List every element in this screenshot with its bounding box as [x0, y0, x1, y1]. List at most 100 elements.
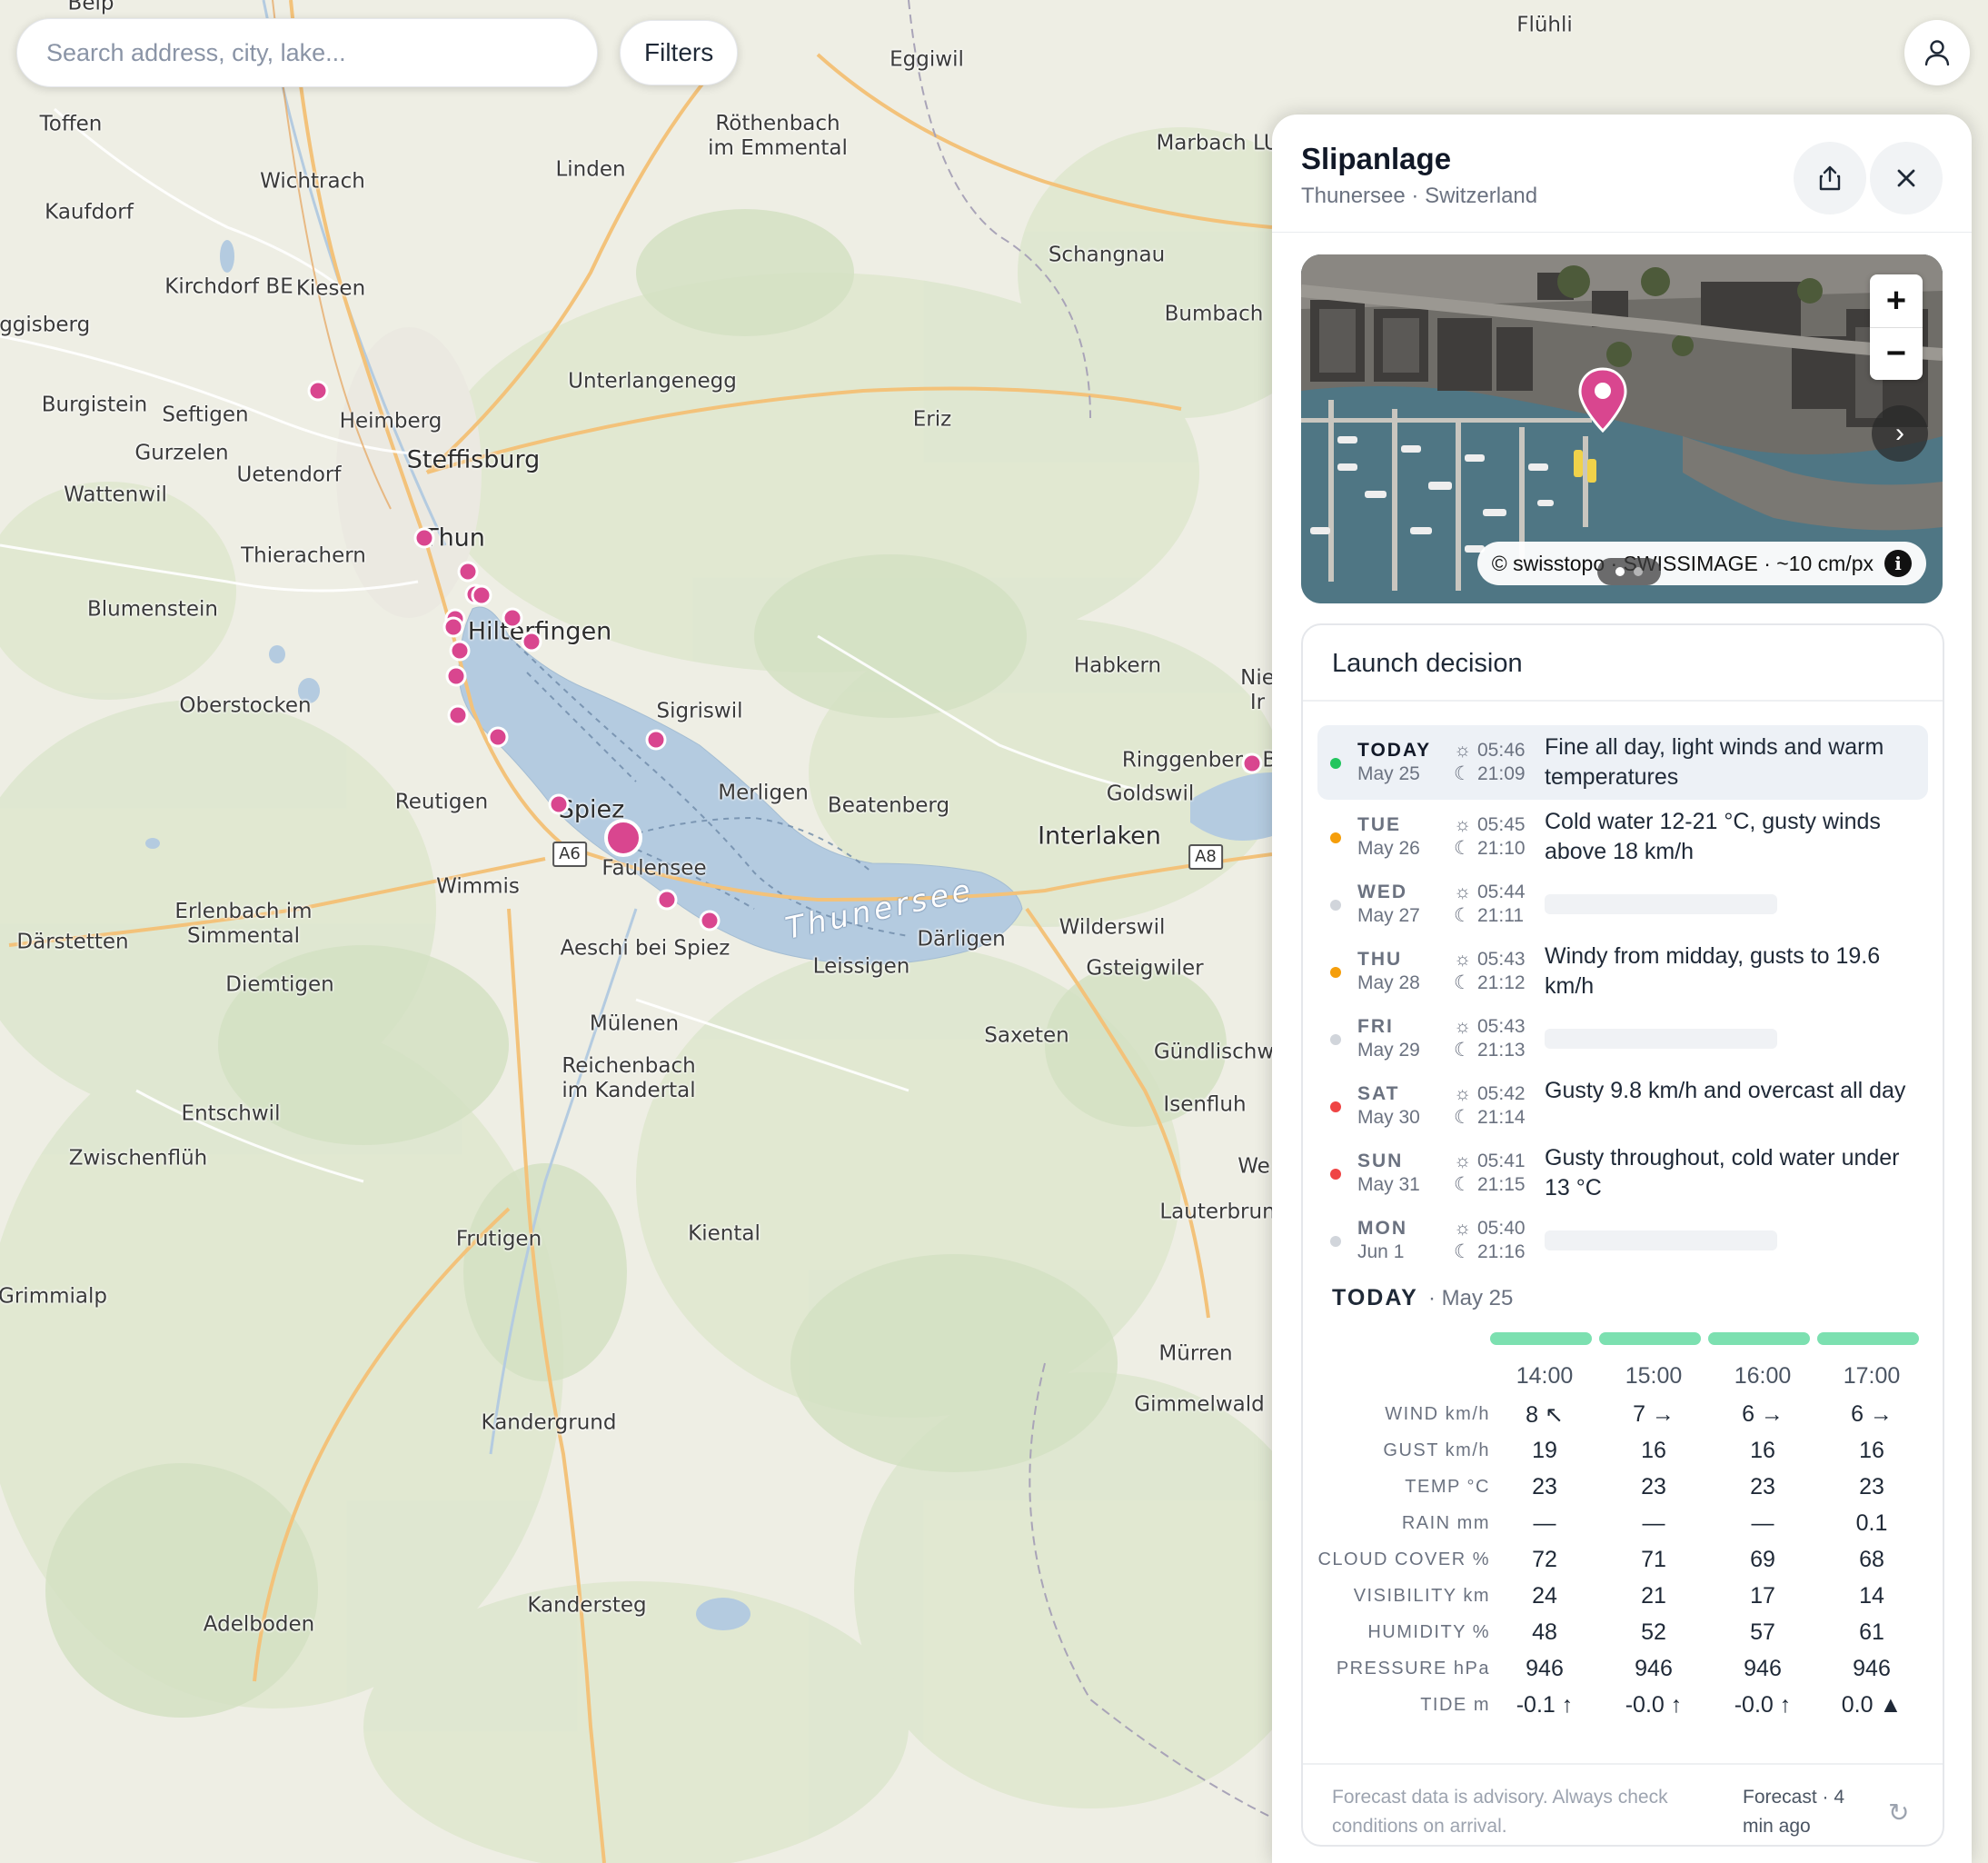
table-cell: 21 [1641, 1583, 1666, 1609]
table-cell: 68 [1859, 1547, 1884, 1572]
launch-site-marker[interactable] [656, 889, 678, 911]
plus-icon: + [1885, 281, 1907, 320]
location-pin-icon [1578, 367, 1627, 433]
table-cell: -0.0 ↑ [1734, 1692, 1792, 1718]
sunrise: ☼ 05:41 [1454, 1151, 1526, 1172]
table-cell: 6 → [1742, 1401, 1784, 1427]
launch-site-marker[interactable] [457, 561, 479, 583]
sunset-time: 21:15 [1477, 1174, 1526, 1195]
sunrise: ☼ 05:44 [1454, 882, 1526, 903]
table-cell: 48 [1532, 1619, 1557, 1645]
day-row[interactable]: THU May 28 ☼ 05:43 ☾ 21:12 Windy from midday, … [1317, 934, 1928, 1009]
sunset: ☾ 21:10 [1454, 837, 1526, 860]
sunrise-time: 05:41 [1477, 1151, 1526, 1171]
launch-site-marker[interactable] [471, 584, 492, 606]
day-row[interactable]: SUN May 31 ☼ 05:41 ☾ 21:15 Gusty throughout, c… [1317, 1136, 1928, 1210]
sunrise-time: 05:44 [1477, 882, 1526, 902]
search-bar[interactable] [16, 18, 598, 87]
launch-site-marker[interactable] [699, 910, 721, 932]
launch-site-marker[interactable] [487, 726, 509, 748]
table-cell: 16 [1750, 1438, 1775, 1463]
sunset: ☾ 21:09 [1454, 762, 1526, 785]
sunrise-time: 05:42 [1477, 1083, 1526, 1104]
day-row[interactable]: SAT May 30 ☼ 05:42 ☾ 21:14 Gusty 9.8 km/h and … [1317, 1069, 1928, 1143]
launch-site-marker[interactable] [307, 380, 329, 402]
search-input[interactable] [46, 38, 597, 67]
day-row[interactable]: WED May 27 ☼ 05:44 ☾ 21:11 [1317, 867, 1928, 941]
row-label: PRESSURE hPa [1336, 1659, 1490, 1679]
moon-icon: ☾ [1454, 1040, 1471, 1061]
day-date: May 28 [1357, 972, 1420, 993]
launch-site-marker[interactable] [413, 527, 435, 549]
hour-header: 16:00 [1734, 1363, 1792, 1389]
launch-site-marker[interactable] [521, 631, 542, 653]
site-title: Slipanlage [1301, 142, 1452, 175]
sunset: ☾ 21:14 [1454, 1106, 1526, 1129]
row-label: TEMP °C [1405, 1477, 1490, 1497]
table-cell: 0.0 ▲ [1841, 1692, 1903, 1718]
sunrise-time: 05:46 [1477, 740, 1526, 761]
loading-placeholder [1545, 894, 1777, 914]
launch-site-marker[interactable] [548, 793, 570, 815]
hour-header: 15:00 [1625, 1363, 1683, 1389]
day-date: May 27 [1357, 905, 1420, 926]
selected-site-marker[interactable] [604, 819, 642, 857]
refresh-icon[interactable]: ↻ [1888, 1798, 1909, 1828]
launch-site-panel: Slipanlage Thunersee · Switzerland + − ›… [1272, 115, 1972, 1863]
close-button[interactable] [1870, 142, 1943, 214]
day-row[interactable]: FRI May 29 ☼ 05:43 ☾ 21:13 [1317, 1001, 1928, 1076]
row-label: TIDE m [1420, 1695, 1490, 1715]
launch-site-marker[interactable] [1241, 752, 1263, 774]
condition-bar [1490, 1332, 1592, 1345]
zoom-out-button[interactable]: − [1870, 327, 1923, 380]
share-button[interactable] [1794, 142, 1866, 214]
filters-button[interactable]: Filters [620, 20, 739, 85]
minus-icon: − [1885, 334, 1907, 373]
day-row[interactable]: MON Jun 1 ☼ 05:40 ☾ 21:16 [1317, 1203, 1928, 1278]
day-name: MON [1357, 1218, 1407, 1239]
launch-site-marker[interactable] [442, 616, 464, 638]
day-name: WED [1357, 882, 1407, 902]
pager-dot[interactable] [1634, 567, 1643, 576]
table-cell: 57 [1750, 1619, 1775, 1645]
day-name: TUE [1357, 814, 1401, 835]
status-dot [1330, 1236, 1341, 1247]
table-cell: -0.0 ↑ [1625, 1692, 1683, 1718]
sunrise-time: 05:43 [1477, 1016, 1526, 1037]
sunset: ☾ 21:16 [1454, 1240, 1526, 1263]
table-cell: 71 [1641, 1547, 1666, 1572]
day-date: May 29 [1357, 1040, 1420, 1061]
pager-dot[interactable] [1615, 567, 1625, 576]
day-row[interactable]: TODAY May 25 ☼ 05:46 ☾ 21:09 Fine all day, lig… [1317, 725, 1928, 800]
table-cell: — [1533, 1510, 1556, 1536]
zoom-in-button[interactable]: + [1870, 274, 1923, 327]
sun-icon: ☼ [1454, 740, 1472, 761]
launch-site-marker[interactable] [447, 704, 469, 726]
table-cell: 16 [1641, 1438, 1666, 1463]
status-dot [1330, 832, 1341, 843]
sun-icon: ☼ [1454, 949, 1472, 970]
moon-icon: ☾ [1454, 905, 1471, 926]
sunset-time: 21:16 [1477, 1241, 1526, 1262]
launch-site-marker[interactable] [445, 665, 467, 687]
launch-site-marker[interactable] [449, 640, 471, 662]
sunset-time: 21:10 [1477, 838, 1526, 859]
forecast-updated: Forecast · 4 min ago [1743, 1787, 1845, 1837]
table-cell: 23 [1641, 1474, 1666, 1499]
aerial-photo[interactable]: + − › © swisstopo · SWISSIMAGE · ~10 cm/… [1301, 254, 1943, 603]
day-row[interactable]: TUE May 26 ☼ 05:45 ☾ 21:10 Cold water 12-21 °C… [1317, 800, 1928, 874]
table-cell: 7 → [1633, 1401, 1675, 1427]
day-name: FRI [1357, 1016, 1394, 1037]
info-icon[interactable]: i [1884, 550, 1912, 577]
launch-site-marker[interactable] [645, 729, 667, 751]
sunrise-time: 05:45 [1477, 814, 1526, 835]
moon-icon: ☾ [1454, 1174, 1471, 1195]
sunset-time: 21:11 [1477, 905, 1524, 926]
launch-site-marker[interactable] [502, 607, 523, 629]
photo-next-button[interactable]: › [1872, 405, 1928, 462]
panel-header: Slipanlage Thunersee · Switzerland [1272, 115, 1972, 233]
profile-button[interactable] [1904, 20, 1970, 85]
photo-pager[interactable] [1597, 558, 1661, 585]
table-cell: 72 [1532, 1547, 1557, 1572]
moon-icon: ☾ [1454, 1107, 1471, 1128]
